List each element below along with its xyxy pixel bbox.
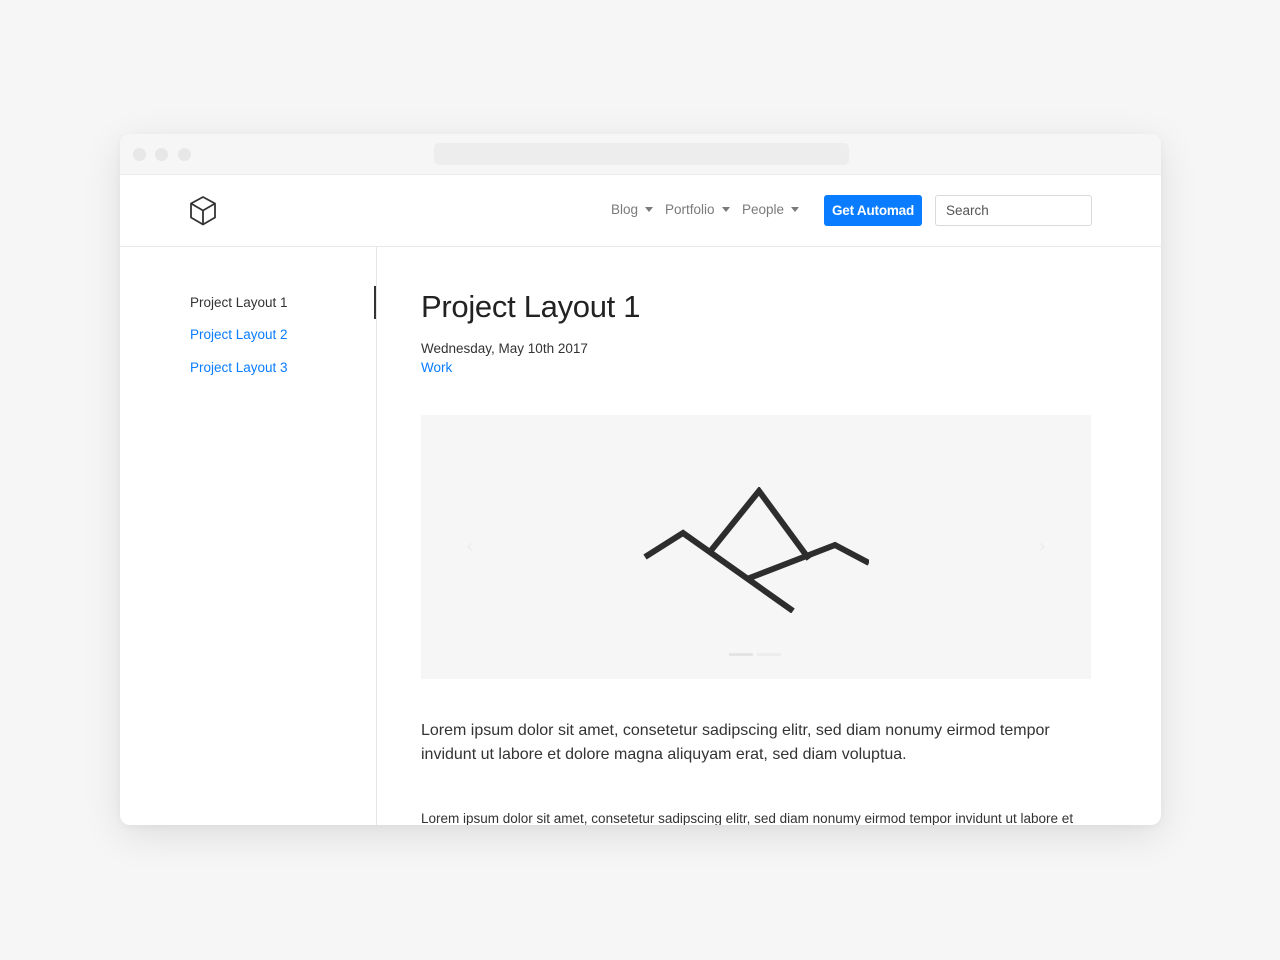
active-item-indicator — [374, 286, 376, 319]
nav-label: Blog — [611, 202, 639, 217]
nav-dropdown-blog[interactable]: Blog — [611, 202, 654, 217]
sidebar-item-project-layout-1[interactable]: Project Layout 1 — [190, 295, 288, 310]
browser-titlebar — [120, 134, 1161, 175]
image-carousel[interactable]: ‹ › — [421, 415, 1091, 679]
tag-link[interactable]: Work — [421, 360, 452, 375]
caret-down-icon — [645, 207, 654, 212]
mountain-icon — [643, 487, 869, 613]
sidebar-item-project-layout-3[interactable]: Project Layout 3 — [190, 360, 288, 375]
address-bar[interactable] — [434, 143, 849, 165]
caret-down-icon — [791, 207, 800, 212]
post-date: Wednesday, May 10th 2017 — [421, 341, 588, 356]
close-window-button[interactable] — [133, 148, 146, 161]
sidebar: Project Layout 1 Project Layout 2 Projec… — [120, 247, 377, 825]
sidebar-item-project-layout-2[interactable]: Project Layout 2 — [190, 327, 288, 342]
get-automad-button[interactable]: Get Automad — [824, 195, 922, 226]
main-content: Project Layout 1 Wednesday, May 10th 201… — [421, 247, 1091, 825]
nav-label: People — [742, 202, 785, 217]
caret-down-icon — [721, 207, 730, 212]
site-navbar: Blog Portfolio People Get Automad — [120, 175, 1161, 247]
cube-icon[interactable] — [188, 195, 218, 227]
carousel-indicator[interactable] — [757, 653, 781, 656]
nav-dropdown-people[interactable]: People — [742, 202, 800, 217]
carousel-indicators — [729, 653, 781, 656]
chevron-left-icon[interactable]: ‹ — [467, 536, 473, 557]
nav-label: Portfolio — [665, 202, 715, 217]
maximize-window-button[interactable] — [178, 148, 191, 161]
carousel-indicator[interactable] — [729, 653, 753, 656]
body-paragraph: Lorem ipsum dolor sit amet, consetetur s… — [421, 811, 1074, 825]
minimize-window-button[interactable] — [155, 148, 168, 161]
search-input[interactable] — [935, 195, 1092, 226]
chevron-right-icon[interactable]: › — [1039, 536, 1045, 557]
nav-dropdown-portfolio[interactable]: Portfolio — [665, 202, 730, 217]
page-title: Project Layout 1 — [421, 289, 641, 324]
lead-paragraph: Lorem ipsum dolor sit amet, consetetur s… — [421, 722, 1050, 763]
browser-window: Blog Portfolio People Get Automad Projec… — [120, 134, 1161, 825]
